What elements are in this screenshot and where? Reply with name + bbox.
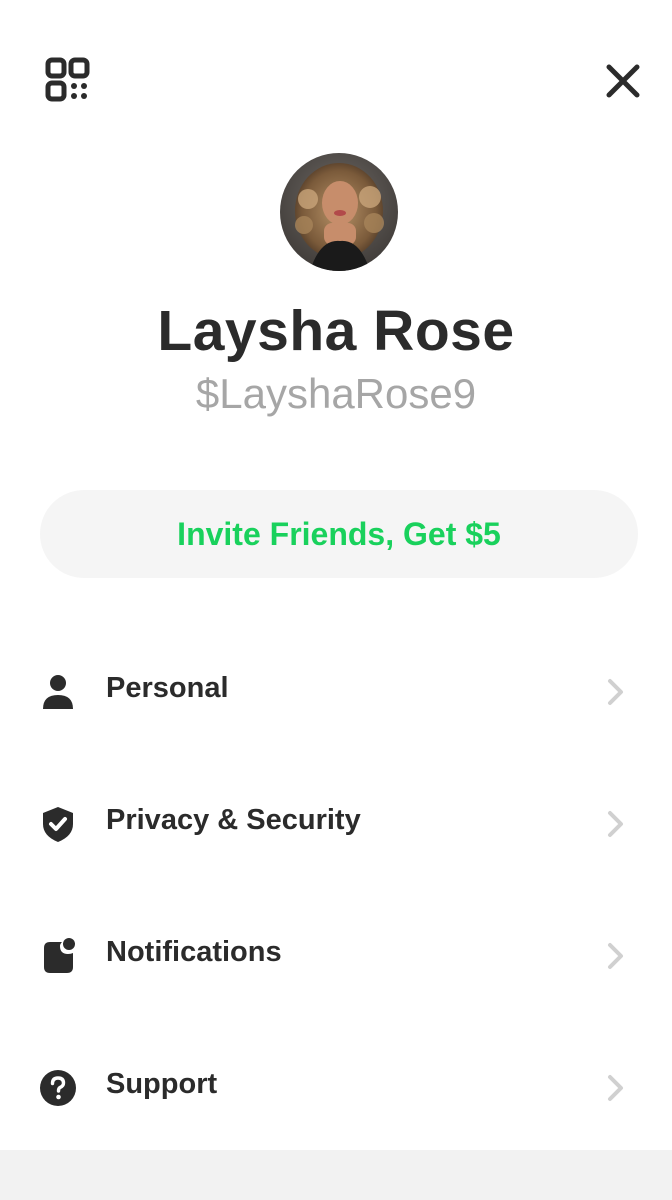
qr-code-icon (45, 57, 90, 102)
chevron-right-icon (608, 943, 623, 969)
person-icon (43, 675, 73, 709)
shield-check-icon (43, 807, 73, 842)
chevron-right-icon (608, 679, 623, 705)
notification-badge-icon (44, 938, 75, 973)
close-icon (606, 64, 640, 98)
bottom-bar (0, 1150, 672, 1200)
question-circle-icon (40, 1070, 76, 1106)
menu-item-notifications[interactable]: Notifications (0, 904, 672, 1004)
profile-cashtag: $LayshaRose9 (195, 370, 477, 417)
chevron-right-icon (608, 1075, 623, 1101)
menu-item-label: Support (106, 1068, 218, 1100)
close-button[interactable] (600, 58, 646, 104)
qr-code-button[interactable] (44, 56, 94, 106)
menu-item-label: Personal (106, 672, 229, 704)
avatar[interactable] (280, 153, 398, 271)
invite-friends-button[interactable]: Invite Friends, Get $5 (40, 490, 638, 578)
menu-item-label: Privacy & Security (106, 804, 361, 836)
menu-item-privacy-security[interactable]: Privacy & Security (0, 772, 672, 872)
profile-name: Laysha Rose (157, 299, 515, 363)
menu-item-support[interactable]: Support (0, 1036, 672, 1136)
avatar-photo (280, 153, 398, 271)
chevron-right-icon (608, 811, 623, 837)
menu-item-personal[interactable]: Personal (0, 640, 672, 740)
menu-item-label: Notifications (106, 936, 282, 968)
